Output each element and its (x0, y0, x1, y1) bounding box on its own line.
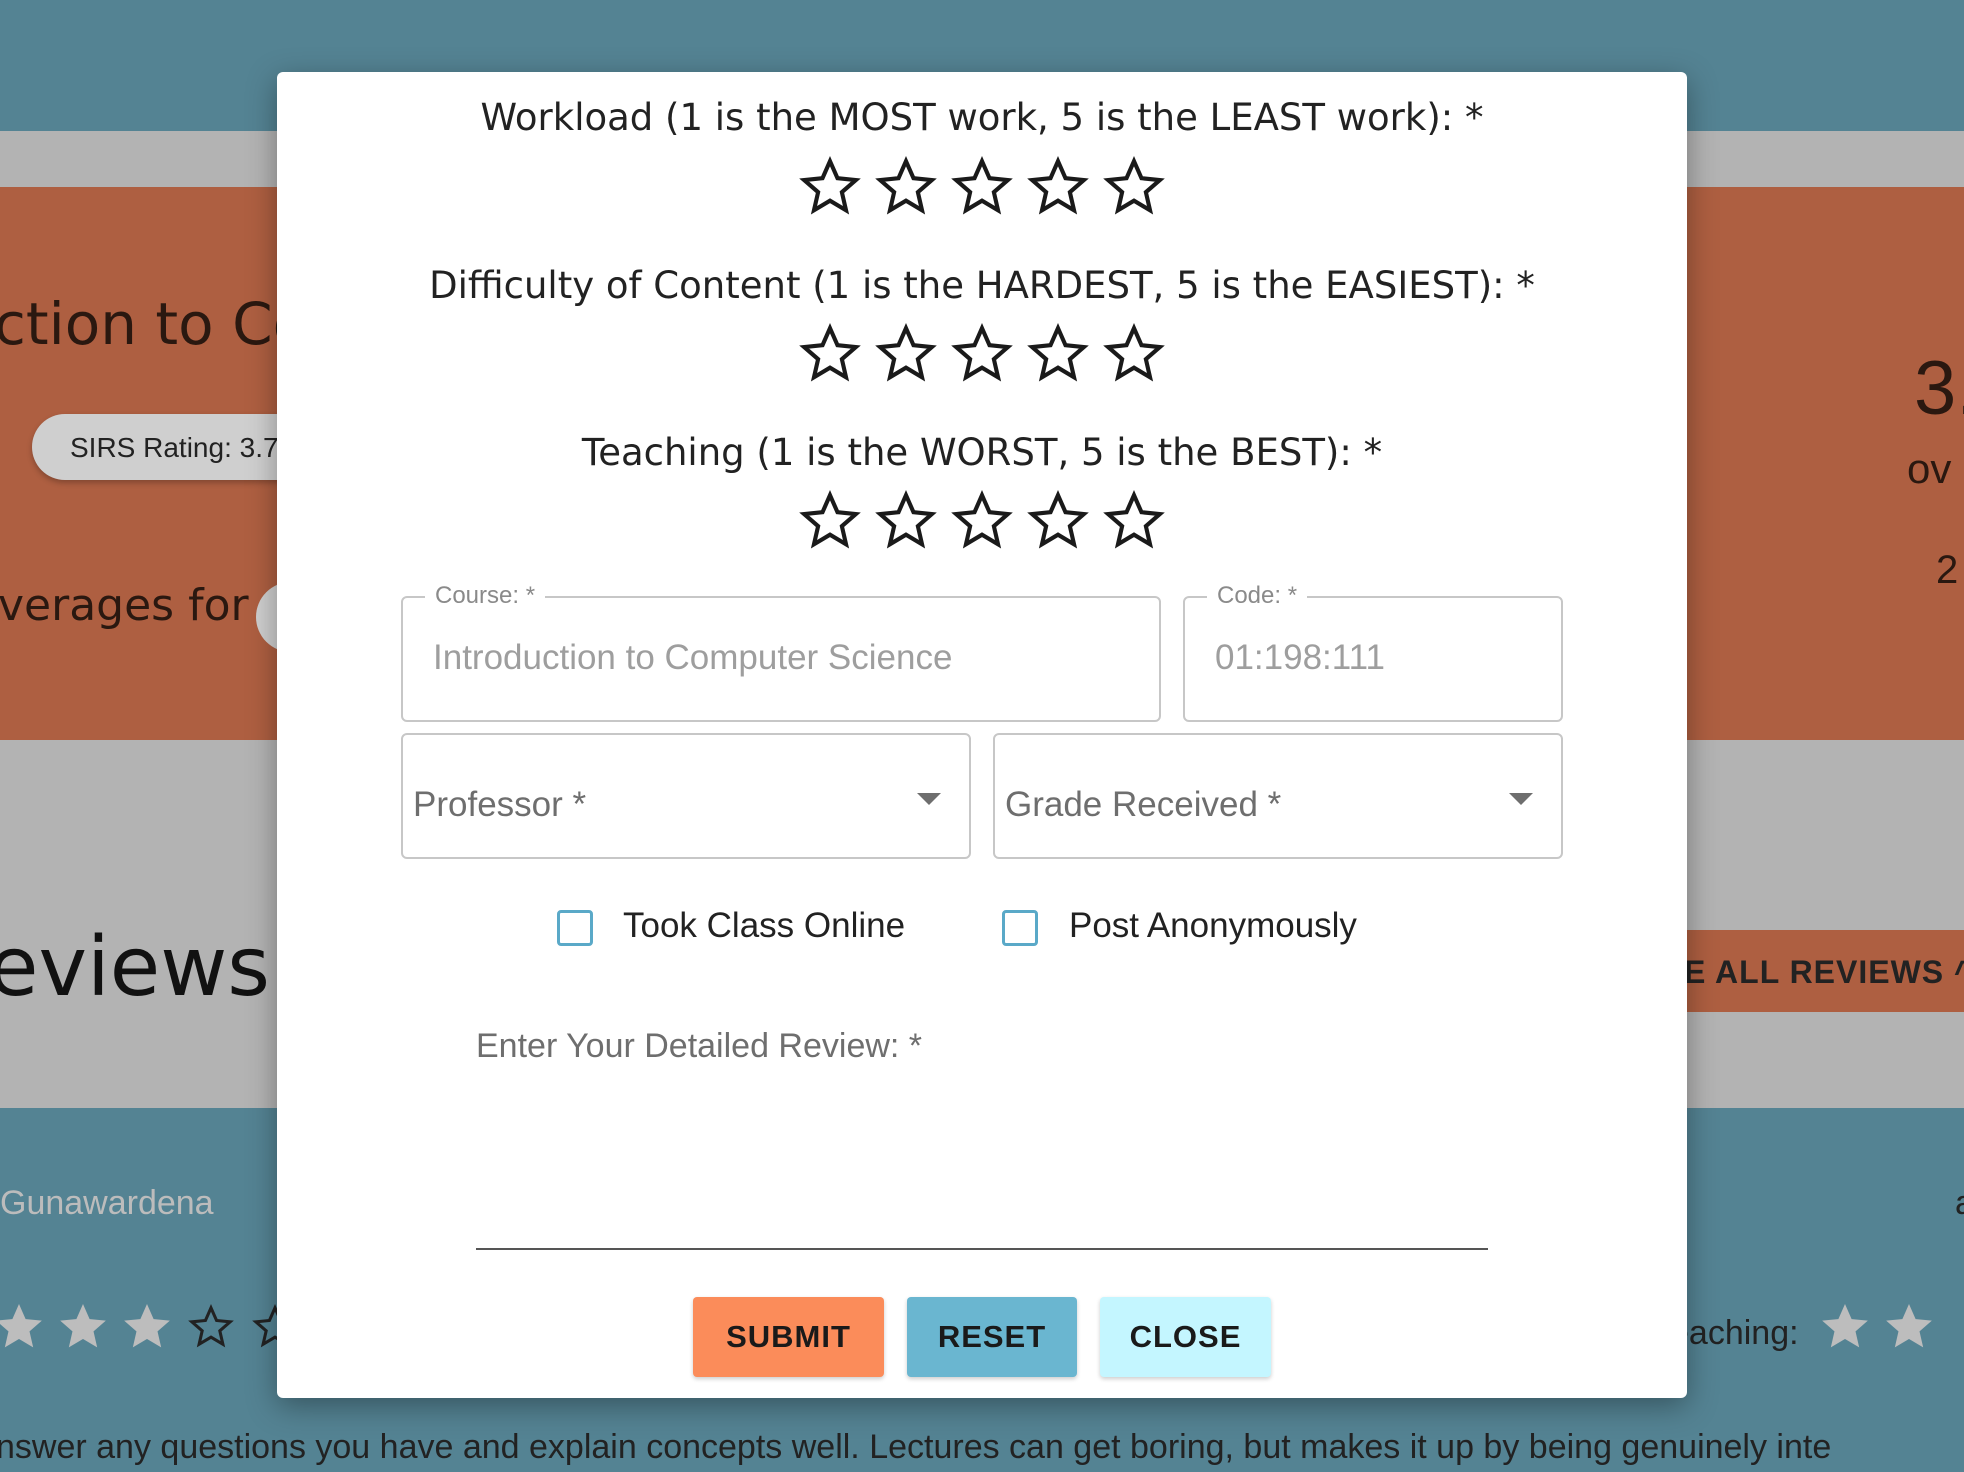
course-field[interactable]: Course: * Introduction to Computer Scien… (401, 582, 1161, 722)
professor-select[interactable]: Professor * (401, 733, 971, 859)
star-icon[interactable] (799, 156, 861, 223)
chevron-down-icon (1509, 793, 1533, 805)
review-textarea[interactable] (476, 1072, 1488, 1242)
course-field-legend: Course: * (425, 582, 546, 610)
star-icon[interactable] (875, 490, 937, 557)
grade-select-label: Grade Received * (1005, 785, 1282, 824)
teaching-rating (277, 490, 1687, 557)
star-icon[interactable] (1027, 323, 1089, 390)
star-icon[interactable] (951, 156, 1013, 223)
star-icon[interactable] (1027, 490, 1089, 557)
difficulty-rating (277, 323, 1687, 390)
star-icon[interactable] (875, 323, 937, 390)
workload-rating (277, 156, 1687, 223)
star-icon[interactable] (1027, 156, 1089, 223)
anonymous-label[interactable]: Post Anonymously (1069, 906, 1357, 946)
difficulty-question: Difficulty of Content (1 is the HARDEST,… (429, 264, 1535, 307)
took-online-checkbox[interactable] (557, 910, 593, 946)
took-online-label[interactable]: Took Class Online (623, 906, 905, 946)
anonymous-checkbox[interactable] (1002, 910, 1038, 946)
reset-button[interactable]: RESET (907, 1297, 1077, 1377)
grade-select[interactable]: Grade Received * (993, 733, 1563, 859)
star-icon[interactable] (951, 323, 1013, 390)
review-field-label: Enter Your Detailed Review: * (476, 1027, 923, 1065)
close-button[interactable]: CLOSE (1100, 1297, 1271, 1377)
star-icon[interactable] (1103, 323, 1165, 390)
star-icon[interactable] (1103, 490, 1165, 557)
chevron-down-icon (917, 793, 941, 805)
teaching-question: Teaching (1 is the WORST, 5 is the BEST)… (581, 431, 1383, 474)
code-field[interactable]: Code: * 01:198:111 (1183, 582, 1563, 722)
course-field-value: Introduction to Computer Science (433, 638, 953, 677)
star-icon[interactable] (799, 323, 861, 390)
code-field-legend: Code: * (1207, 582, 1308, 610)
submit-button[interactable]: SUBMIT (693, 1297, 884, 1377)
workload-question: Workload (1 is the MOST work, 5 is the L… (480, 96, 1484, 139)
professor-select-label: Professor * (413, 785, 587, 824)
review-textarea-underline (476, 1248, 1488, 1250)
star-icon[interactable] (951, 490, 1013, 557)
write-review-dialog: Workload (1 is the MOST work, 5 is the L… (277, 72, 1687, 1398)
star-icon[interactable] (875, 156, 937, 223)
star-icon[interactable] (799, 490, 861, 557)
star-icon[interactable] (1103, 156, 1165, 223)
code-field-value: 01:198:111 (1215, 638, 1385, 677)
